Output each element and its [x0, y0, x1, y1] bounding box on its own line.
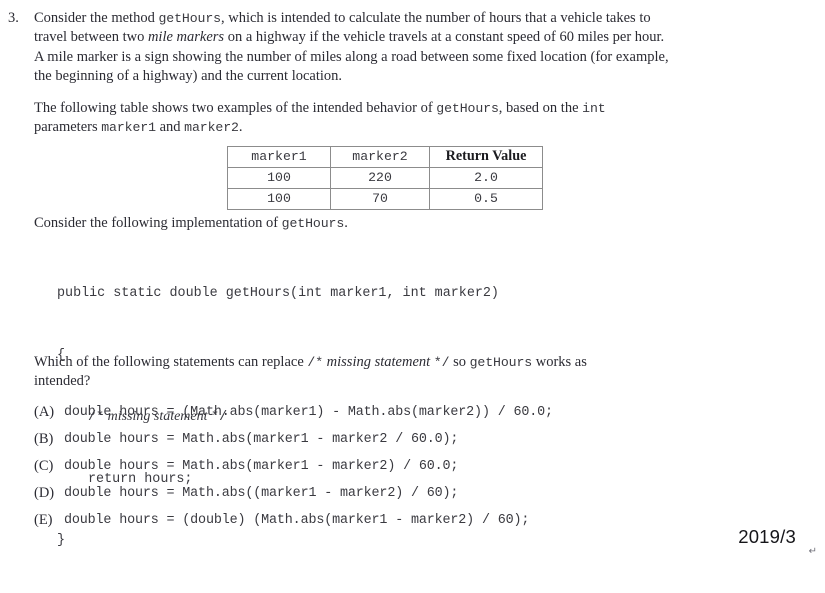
answer-choice-b[interactable]: (B) double hours = Math.abs(marker1 - ma… [34, 430, 734, 457]
prose-text: . [344, 215, 348, 231]
choice-label-a: (A) [34, 404, 55, 420]
answer-choices: (A) double hours = (Math.abs(marker1) - … [34, 403, 734, 538]
answer-choice-a[interactable]: (A) double hours = (Math.abs(marker1) - … [34, 403, 734, 430]
choice-code-d: double hours = Math.abs((marker1 - marke… [64, 486, 459, 501]
prose-text: intended? [34, 373, 91, 390]
choice-label-b: (B) [34, 431, 54, 447]
exam-question-page: 3. Consider the method getHours, which i… [0, 0, 825, 562]
prose-text: Which of the following statements can re… [34, 354, 308, 370]
prose-text: Consider the method [34, 10, 159, 26]
prose-text: on a highway if the vehicle travels at a… [224, 29, 665, 46]
code-token: /* [307, 355, 324, 370]
column-header-marker1: marker1 [227, 146, 331, 168]
spacer-after-intro [34, 86, 724, 99]
code-token: getHours [281, 216, 345, 231]
emphasis-text: mile markers [147, 29, 225, 46]
column-header-marker2: marker2 [330, 146, 430, 168]
choice-code-a: double hours = (Math.abs(marker1) - Math… [64, 405, 553, 420]
choice-label-e: (E) [34, 512, 53, 528]
prose-text: A mile marker is a sign showing the numb… [34, 48, 669, 65]
prose-text: and [155, 119, 185, 136]
choice-code-b: double hours = Math.abs(marker1 - marker… [64, 432, 459, 447]
answer-choice-c[interactable]: (C) double hours = Math.abs(marker1 - ma… [34, 457, 734, 484]
prose-text: travel between two [34, 29, 148, 46]
prose-text: Consider the following implementation of [34, 215, 282, 231]
prose-text: . [238, 119, 243, 136]
table-row: 100 220 2.0 [227, 167, 543, 189]
prose-text: the beginning of a highway) and the curr… [34, 67, 343, 84]
prose-text: , based on the [498, 100, 583, 117]
code-token: marker1 [101, 120, 156, 136]
column-header-return-value: Return Value [429, 146, 543, 168]
cell-marker2: 70 [330, 188, 430, 210]
implementation-intro-paragraph: Consider the following implementation of… [34, 214, 694, 233]
intro-line: Consider the method getHours, which is i… [34, 9, 724, 28]
choice-code-e: double hours = (double) (Math.abs(marker… [64, 513, 530, 528]
cell-return-value: 0.5 [429, 188, 543, 210]
paragraph-mark-icon: ↵ [808, 546, 817, 557]
implementation-intro-line: Consider the following implementation of… [34, 214, 694, 233]
table-intro-line: parameters marker1 and marker2. [34, 118, 724, 137]
intro-line: travel between two mile markers on a hig… [34, 28, 724, 47]
cell-marker1: 100 [227, 167, 331, 189]
choice-code-c: double hours = Math.abs(marker1 - marker… [64, 459, 459, 474]
intro-line: A mile marker is a sign showing the numb… [34, 48, 724, 67]
intro-line: the beginning of a highway) and the curr… [34, 67, 724, 86]
examples-table-wrapper: marker1 marker2 Return Value 100 220 2.0… [227, 146, 543, 210]
question-stem: Which of the following statements can re… [34, 353, 694, 392]
code-token: */ [433, 355, 450, 370]
code-token: getHours [158, 11, 221, 26]
code-token: getHours [436, 101, 499, 117]
examples-table: marker1 marker2 Return Value 100 220 2.0… [227, 146, 543, 210]
choice-label-d: (D) [34, 485, 55, 501]
choice-label-c: (C) [34, 458, 54, 474]
question-number: 3. [8, 10, 19, 26]
answer-choice-d[interactable]: (D) double hours = Math.abs((marker1 - m… [34, 484, 734, 511]
prose-text: parameters [34, 119, 102, 136]
code-token: getHours [469, 355, 533, 370]
table-intro-line: The following table shows two examples o… [34, 99, 724, 118]
prose-text: works as [532, 354, 587, 370]
code-token: int [582, 101, 606, 117]
footer-date: 2019/3 [738, 526, 796, 547]
answer-choice-e[interactable]: (E) double hours = (double) (Math.abs(ma… [34, 511, 734, 538]
question-body: Consider the method getHours, which is i… [34, 9, 724, 138]
intro-paragraph: Consider the method getHours, which is i… [34, 9, 724, 86]
cell-marker2: 220 [330, 167, 430, 189]
prose-text: The following table shows two examples o… [34, 100, 437, 117]
cell-return-value: 2.0 [429, 167, 543, 189]
code-line-signature: public static double getHours(int marker… [57, 286, 499, 301]
examples-table-body: 100 220 2.0 100 70 0.5 [227, 167, 543, 210]
stem-line: intended? [34, 372, 694, 391]
code-token: marker2 [184, 120, 239, 136]
prose-text: so [449, 354, 470, 370]
prose-text: , which is intended to calculate the num… [220, 10, 651, 26]
table-header-row: marker1 marker2 Return Value [227, 146, 543, 168]
examples-table-head: marker1 marker2 Return Value [227, 146, 543, 168]
cell-marker1: 100 [227, 188, 331, 210]
table-intro-paragraph: The following table shows two examples o… [34, 99, 724, 138]
table-row: 100 70 0.5 [227, 188, 543, 210]
emphasis-text: missing statement [323, 354, 434, 370]
stem-line: Which of the following statements can re… [34, 353, 694, 372]
